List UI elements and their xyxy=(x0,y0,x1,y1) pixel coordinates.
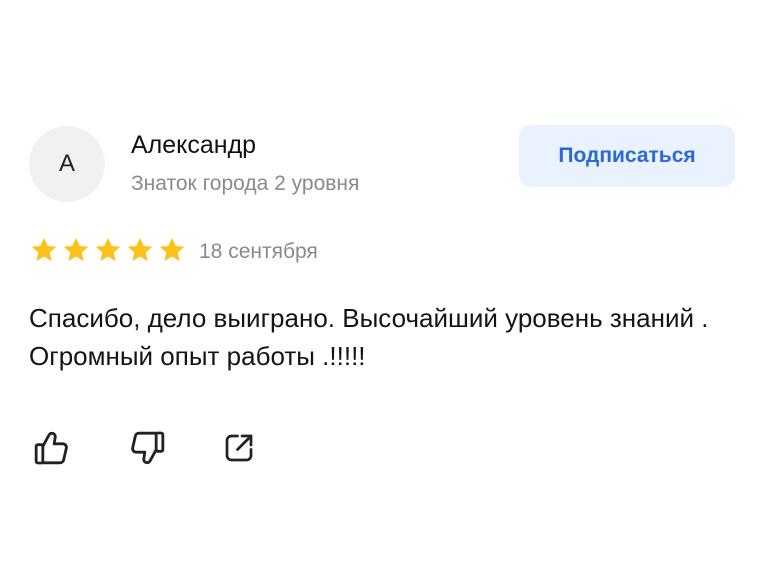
review-date: 18 сентября xyxy=(199,240,318,263)
thumbs-down-icon xyxy=(131,431,165,465)
star-icon xyxy=(159,237,185,262)
star-icon xyxy=(31,237,57,262)
star-icon xyxy=(95,237,121,262)
review-text: Спасибо, дело выиграно. Высочайший урове… xyxy=(29,303,709,371)
star-rating xyxy=(30,236,186,264)
thumbs-up-icon xyxy=(34,431,68,465)
share-button[interactable] xyxy=(217,426,261,470)
avatar-initial: А xyxy=(58,150,75,177)
author-name[interactable]: Александр xyxy=(131,131,256,160)
avatar[interactable]: А xyxy=(29,126,105,202)
star-icon xyxy=(63,237,89,262)
dislike-button[interactable] xyxy=(125,426,169,470)
subscribe-button[interactable]: Подписаться xyxy=(519,125,735,187)
share-icon xyxy=(225,434,253,462)
like-button[interactable] xyxy=(30,426,74,470)
author-level: Знаток города 2 уровня xyxy=(131,172,360,195)
star-icon xyxy=(127,237,153,262)
